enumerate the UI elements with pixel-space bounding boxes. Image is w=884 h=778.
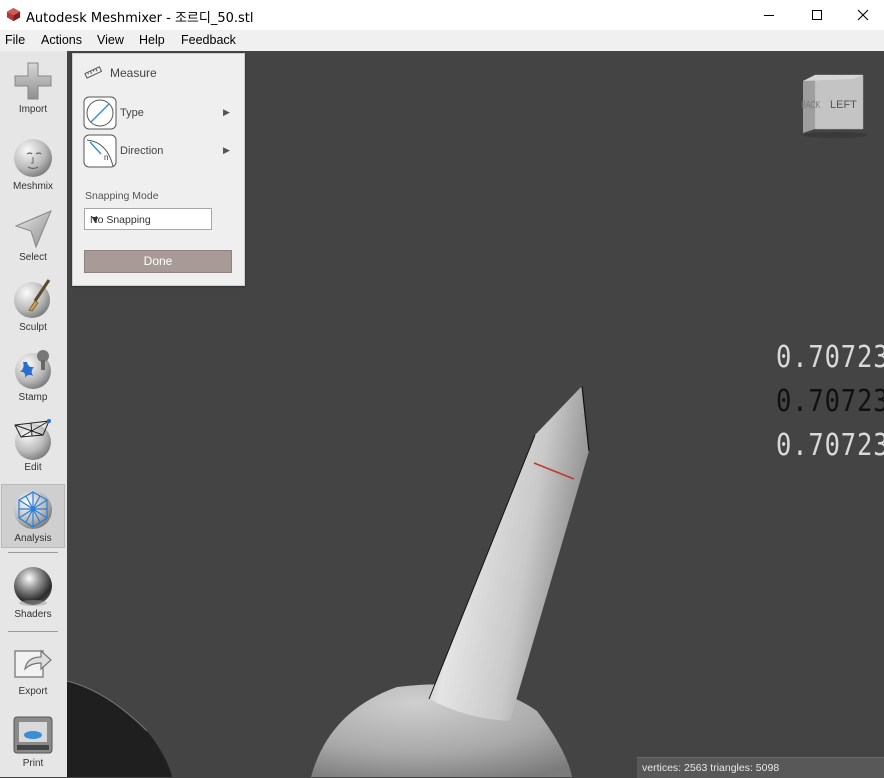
tool-select-label: Select — [19, 252, 47, 263]
tool-import[interactable]: Import — [0, 59, 66, 115]
printer-icon — [13, 716, 53, 754]
ruler-icon — [84, 66, 102, 79]
plus-icon — [14, 62, 52, 100]
tool-shaders[interactable]: Shaders — [0, 564, 66, 620]
shader-sphere-icon — [14, 567, 52, 606]
viewcube-left-face: LEFT — [830, 99, 857, 111]
arrow-cursor-icon — [14, 210, 52, 249]
status-bar: vertices: 2563 triangles: 5098 — [637, 757, 884, 778]
menu-feedback[interactable]: Feedback — [181, 33, 236, 47]
tool-print[interactable]: Print — [0, 713, 66, 769]
brush-sphere-icon — [14, 279, 51, 318]
tool-print-label: Print — [22, 758, 44, 769]
toolbar-divider — [8, 631, 58, 632]
menu-file[interactable]: File — [5, 33, 25, 47]
tool-stamp[interactable]: Stamp — [0, 347, 66, 403]
menu-bar: File Actions View Help Feedback — [0, 30, 884, 52]
done-button[interactable]: Done — [84, 250, 232, 273]
tool-analysis[interactable]: Analysis — [1, 484, 65, 548]
maximize-icon — [812, 10, 822, 20]
left-toolbar: Import Meshmix Select Sculpt Stamp Edit … — [0, 51, 68, 777]
tool-export[interactable]: Export — [0, 641, 66, 697]
edit-sphere-icon — [14, 419, 51, 460]
close-icon — [857, 9, 869, 21]
snapping-mode-select[interactable]: No Snapping ▼ — [84, 208, 212, 230]
direction-normal-icon — [83, 134, 117, 168]
direction-row[interactable]: n Direction ▶ — [73, 132, 244, 168]
tool-stamp-label: Stamp — [18, 392, 48, 403]
tool-meshmix[interactable]: Meshmix — [0, 136, 66, 192]
minimize-icon — [764, 15, 774, 16]
type-row[interactable]: Type ▶ — [73, 94, 244, 130]
meshmixer-logo-icon — [6, 7, 21, 22]
type-line-icon — [83, 96, 117, 130]
tool-meshmix-label: Meshmix — [12, 181, 53, 192]
direction-expand-icon[interactable]: ▶ — [223, 145, 230, 156]
tool-edit-label: Edit — [24, 462, 42, 473]
readout-value: 0.70723 — [776, 428, 884, 463]
view-cube[interactable]: BACK LEFT — [795, 71, 875, 141]
stamp-sphere-icon — [15, 350, 51, 389]
direction-label: Direction — [120, 145, 164, 157]
type-expand-icon[interactable]: ▶ — [223, 107, 230, 118]
close-button[interactable] — [840, 0, 884, 30]
tool-sculpt[interactable]: Sculpt — [0, 277, 66, 333]
minimize-button[interactable] — [746, 0, 792, 30]
window-title: Autodesk Meshmixer - 조르디_50.stl — [26, 11, 254, 26]
mesh-stats: vertices: 2563 triangles: 5098 — [642, 762, 780, 774]
title-bar: Autodesk Meshmixer - 조르디_50.stl — [0, 0, 884, 30]
readout-value-active: 0.70723 — [776, 384, 884, 419]
tool-sculpt-label: Sculpt — [19, 322, 47, 333]
type-label: Type — [120, 107, 144, 119]
tool-export-label: Export — [18, 686, 48, 697]
direction-badge: n — [104, 153, 109, 162]
menu-view[interactable]: View — [97, 33, 124, 47]
head-icon — [14, 139, 52, 177]
measure-panel: Measure Type ▶ n Direction ▶ Snapping Mo… — [72, 53, 245, 286]
menu-actions[interactable]: Actions — [41, 33, 82, 47]
tool-select[interactable]: Select — [0, 207, 66, 263]
menu-help[interactable]: Help — [139, 33, 165, 47]
tool-edit[interactable]: Edit — [0, 417, 66, 473]
maximize-button[interactable] — [794, 0, 840, 30]
analysis-sphere-icon — [14, 491, 52, 529]
toolbar-divider — [8, 552, 58, 553]
export-icon — [14, 649, 52, 678]
tool-import-label: Import — [18, 104, 48, 115]
viewcube-back-face: BACK — [801, 99, 820, 111]
readout-value: 0.70723 — [776, 340, 884, 375]
chevron-down-icon: ▼ — [90, 214, 101, 226]
panel-title: Measure — [110, 66, 157, 80]
snapping-mode-label: Snapping Mode — [85, 190, 159, 202]
tool-analysis-label: Analysis — [14, 533, 52, 544]
tool-shaders-label: Shaders — [14, 609, 52, 620]
